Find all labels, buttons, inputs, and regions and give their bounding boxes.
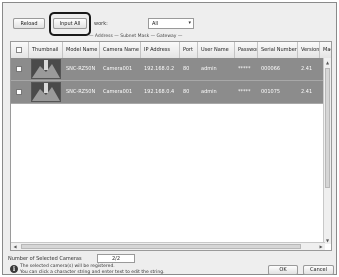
horizontal-scroll-thumb[interactable] xyxy=(21,244,301,249)
selected-cameras-label: Number of Selected Cameras xyxy=(8,256,82,262)
table-header: Thumbnail Model Name Camera Name IP Addr… xyxy=(11,42,331,59)
column-header[interactable]: User Name xyxy=(198,42,235,58)
version-cell[interactable]: 2.41 xyxy=(298,81,320,103)
info-text-line1: The selected camera(s) will be registere… xyxy=(20,264,115,269)
info-text-line2: You can click a character string and ent… xyxy=(20,270,165,275)
camera-thumbnail xyxy=(31,82,61,102)
camera-name-cell[interactable]: Camera001 xyxy=(100,58,141,80)
serial-number-cell[interactable]: 000066 xyxy=(258,58,298,80)
network-select[interactable]: All ▾ xyxy=(148,18,194,29)
ok-button[interactable]: OK xyxy=(268,265,298,275)
scroll-right-icon[interactable]: ▶ xyxy=(317,243,325,250)
network-label: work: xyxy=(94,21,108,27)
user-name-cell[interactable]: admin xyxy=(198,58,235,80)
port-cell[interactable]: 80 xyxy=(180,81,198,103)
table-row[interactable]: SNC-RZ50N Camera001 192.168.0.2 80 admin… xyxy=(11,58,331,81)
scroll-left-icon[interactable]: ◀ xyxy=(11,243,19,250)
table-row[interactable]: SNC-RZ50N Camera001 192.168.0.4 80 admin… xyxy=(11,81,331,104)
scroll-up-icon[interactable]: ▲ xyxy=(324,58,331,66)
row-checkbox[interactable] xyxy=(16,89,22,95)
column-header[interactable]: Thumbnail xyxy=(29,42,63,58)
column-header[interactable]: Mac Address xyxy=(320,42,331,58)
password-cell[interactable]: ***** xyxy=(235,81,258,103)
column-header[interactable]: Version xyxy=(298,42,320,58)
select-all-checkbox[interactable] xyxy=(16,47,22,53)
password-cell[interactable]: ***** xyxy=(235,58,258,80)
ip-address-cell[interactable]: 192.168.0.2 xyxy=(141,58,180,80)
select-all-column xyxy=(11,42,29,58)
horizontal-scrollbar[interactable]: ◀ ▶ xyxy=(11,242,325,250)
reload-button[interactable]: Reload xyxy=(13,18,45,29)
column-header[interactable]: Serial Number xyxy=(258,42,298,58)
version-cell[interactable]: 2.41 xyxy=(298,58,320,80)
user-name-cell[interactable]: admin xyxy=(198,81,235,103)
model-name-cell[interactable]: SNC-RZ50N xyxy=(63,81,100,103)
camera-name-cell[interactable]: Camera001 xyxy=(100,81,141,103)
camera-table: Thumbnail Model Name Camera Name IP Addr… xyxy=(10,41,332,251)
column-header[interactable]: IP Address xyxy=(141,42,180,58)
chevron-down-icon: ▾ xyxy=(188,20,191,26)
vertical-scrollbar[interactable]: ▲ ▼ xyxy=(323,58,331,244)
cancel-button[interactable]: Cancel xyxy=(303,265,334,275)
address-hint: — Address — Subnet Mask — Gateway — xyxy=(89,34,183,39)
selected-cameras-count: 2/2 xyxy=(97,254,135,263)
model-name-cell[interactable]: SNC-RZ50N xyxy=(63,58,100,80)
info-icon: i xyxy=(10,265,18,273)
row-checkbox[interactable] xyxy=(16,66,22,72)
column-header[interactable]: Password xyxy=(235,42,258,58)
camera-thumbnail xyxy=(31,59,61,79)
register-cameras-dialog: Reload Input All work: All ▾ — Address —… xyxy=(2,2,337,275)
ip-address-cell[interactable]: 192.168.0.4 xyxy=(141,81,180,103)
input-all-highlight xyxy=(49,12,91,36)
port-cell[interactable]: 80 xyxy=(180,58,198,80)
serial-number-cell[interactable]: 001075 xyxy=(258,81,298,103)
vertical-scroll-thumb[interactable] xyxy=(325,68,330,188)
column-header[interactable]: Model Name xyxy=(63,42,100,58)
column-header[interactable]: Camera Name xyxy=(100,42,141,58)
column-header[interactable]: Port xyxy=(180,42,198,58)
scroll-down-icon[interactable]: ▼ xyxy=(324,236,331,244)
network-select-value: All xyxy=(152,20,159,27)
